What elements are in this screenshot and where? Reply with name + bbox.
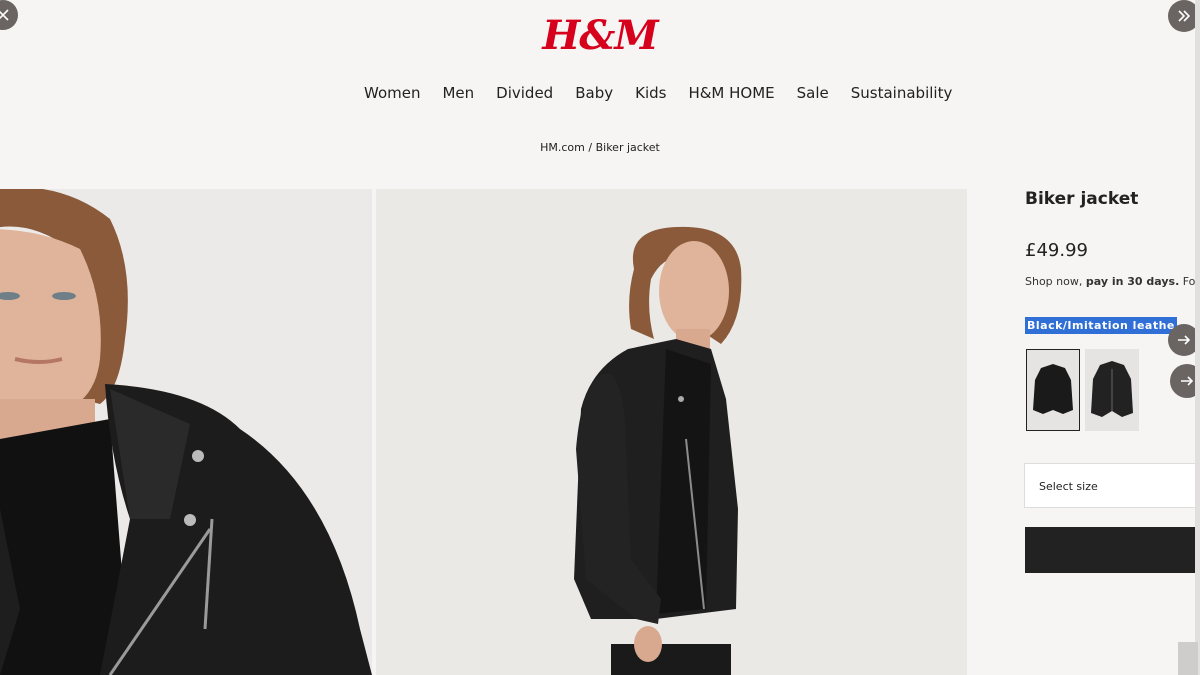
breadcrumb: HM.com / Biker jacket (0, 141, 1200, 154)
pay-later-note: Shop now, pay in 30 days. For me (1025, 275, 1200, 288)
nav-hm-home[interactable]: H&M HOME (688, 84, 774, 102)
nav-men[interactable]: Men (442, 84, 474, 102)
nav-women[interactable]: Women (364, 84, 420, 102)
pay-note-prefix: Shop now, (1025, 275, 1086, 288)
product-title: Biker jacket (1025, 189, 1139, 209)
nav-divided[interactable]: Divided (496, 84, 553, 102)
breadcrumb-separator: / (584, 141, 596, 154)
breadcrumb-home[interactable]: HM.com (540, 141, 585, 154)
product-price: £49.99 (1025, 240, 1088, 261)
selected-color-label: Black/Imitation leathe (1025, 317, 1177, 334)
product-photo-model[interactable] (376, 189, 967, 675)
scrollbar-thumb[interactable] (1178, 642, 1198, 675)
scrollbar-track[interactable] (1195, 0, 1200, 675)
hm-logo[interactable]: H&M (0, 12, 1200, 59)
main-nav: Women Men Divided Baby Kids H&M HOME Sal… (364, 84, 952, 102)
add-to-bag-button[interactable] (1025, 527, 1200, 573)
color-swatch-alt[interactable] (1085, 349, 1139, 431)
nav-sale[interactable]: Sale (797, 84, 829, 102)
nav-baby[interactable]: Baby (575, 84, 613, 102)
breadcrumb-current: Biker jacket (595, 141, 660, 154)
nav-sustainability[interactable]: Sustainability (851, 84, 953, 102)
pay-note-bold: pay in 30 days. (1085, 275, 1180, 288)
color-swatch-selected[interactable] (1026, 349, 1080, 431)
product-photo-closeup[interactable] (0, 189, 372, 675)
nav-kids[interactable]: Kids (635, 84, 666, 102)
size-select[interactable]: Select size (1024, 463, 1200, 508)
